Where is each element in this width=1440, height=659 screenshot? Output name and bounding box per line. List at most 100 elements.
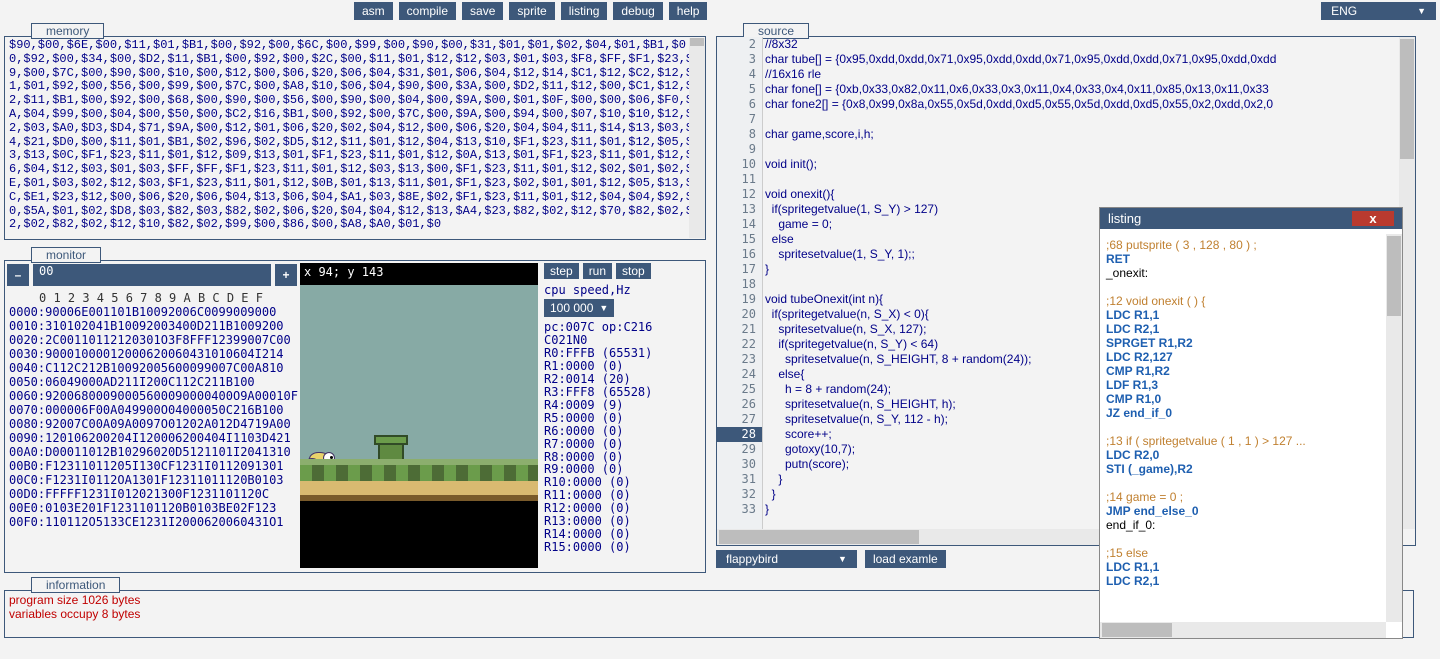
listing-line: ;15 else <box>1106 546 1380 560</box>
listing-button[interactable]: listing <box>561 2 608 20</box>
register-value: R3:FFF8 (65528) <box>544 386 701 399</box>
stop-button[interactable]: stop <box>616 263 651 279</box>
listing-line: LDC R2,127 <box>1106 350 1380 364</box>
asm-button[interactable]: asm <box>354 2 393 20</box>
listing-line <box>1106 420 1380 434</box>
listing-line: _onexit: <box>1106 266 1380 280</box>
line-number: 23 <box>717 352 762 367</box>
listing-body: ;68 putsprite ( 3 , 128 , 80 ) ;RET_onex… <box>1100 234 1386 622</box>
step-button[interactable]: step <box>544 263 579 279</box>
hex-row: 0000:90006E001101B10092006C0099009000 <box>9 305 294 319</box>
language-select[interactable]: ENG ▼ <box>1321 2 1436 20</box>
source-line <box>765 172 1399 187</box>
line-number: 12 <box>717 187 762 202</box>
line-number: 21 <box>717 322 762 337</box>
line-number: 31 <box>717 472 762 487</box>
hex-row: 0010:310102041B10092003400D211B1009200 <box>9 319 294 333</box>
save-button[interactable]: save <box>462 2 503 20</box>
load-example-button[interactable]: load examle <box>865 550 946 568</box>
chevron-down-icon: ▼ <box>1417 6 1426 16</box>
hex-row: 0020:2C00110112120301O3F8FFF12399007C00 <box>9 333 294 347</box>
source-line: //16x16 rle <box>765 67 1399 82</box>
listing-vscrollbar[interactable] <box>1386 234 1402 622</box>
line-number: 24 <box>717 367 762 382</box>
line-number: 22 <box>717 337 762 352</box>
source-line: void onexit(){ <box>765 187 1399 202</box>
hex-row: 0080:92007C00A09A0097O01202A012D4719A00 <box>9 417 294 431</box>
chevron-down-icon: ▼ <box>838 554 847 564</box>
line-number: 28 <box>717 427 762 442</box>
cpu-speed-select[interactable]: 100 000 ▼ <box>544 299 614 317</box>
game-screen: x 94; y 143 <box>300 263 538 568</box>
run-button[interactable]: run <box>583 263 612 279</box>
hex-row: 0090:120106200204I120006200404I1103D421 <box>9 431 294 445</box>
listing-line: STI (_game),R2 <box>1106 462 1380 476</box>
listing-line: LDC R1,1 <box>1106 560 1380 574</box>
line-number: 20 <box>717 307 762 322</box>
line-number: 4 <box>717 67 762 82</box>
hex-row: 00A0:D00011012B10296020D5121101I2041310 <box>9 445 294 459</box>
line-number: 17 <box>717 262 762 277</box>
chevron-down-icon: ▼ <box>599 303 608 313</box>
listing-line: ;14 game = 0 ; <box>1106 490 1380 504</box>
hex-row: 0030:90001000012000620060431010604I214 <box>9 347 294 361</box>
line-number: 6 <box>717 97 762 112</box>
line-number: 14 <box>717 217 762 232</box>
line-number: 27 <box>717 412 762 427</box>
listing-line: RET <box>1106 252 1380 266</box>
line-number: 16 <box>717 247 762 262</box>
listing-titlebar[interactable]: listing x <box>1100 208 1402 229</box>
listing-line: LDC R2,1 <box>1106 574 1380 588</box>
memory-dump: $90,$00,$6E,$00,$11,$01,$B1,$00,$92,$00,… <box>5 37 705 239</box>
register-value: R0:FFFB (65531) <box>544 347 701 360</box>
compile-button[interactable]: compile <box>399 2 456 20</box>
hex-header: 0 1 2 3 4 5 6 7 8 9 A B C D E F <box>9 291 294 305</box>
line-number: 15 <box>717 232 762 247</box>
memory-tab: memory <box>31 23 104 39</box>
line-number: 18 <box>717 277 762 292</box>
information-tab: information <box>31 577 120 593</box>
hex-row: 00F0:110112O5133CE1231I2000620060431O1 <box>9 515 294 529</box>
register-value: R2:0014 (20) <box>544 373 701 386</box>
register-value: R4:0009 (9) <box>544 399 701 412</box>
listing-line <box>1106 280 1380 294</box>
flags-value: C021N0 <box>544 334 701 347</box>
cpu-speed-label: cpu speed,Hz <box>544 283 701 297</box>
listing-line: CMP R1,R2 <box>1106 364 1380 378</box>
listing-window[interactable]: listing x ;68 putsprite ( 3 , 128 , 80 )… <box>1100 208 1402 638</box>
source-line: void init(); <box>765 157 1399 172</box>
listing-hscrollbar[interactable] <box>1100 622 1386 638</box>
source-line: char fone2[] = {0x8,0x99,0x8a,0x55,0x5d,… <box>765 97 1399 112</box>
line-number: 8 <box>717 127 762 142</box>
line-number: 5 <box>717 82 762 97</box>
hex-row: 00B0:F12311011205I130CF1231I0112091301 <box>9 459 294 473</box>
addr-minus-button[interactable]: – <box>7 264 29 286</box>
register-value: R5:0000 (0) <box>544 412 701 425</box>
listing-line: CMP R1,0 <box>1106 392 1380 406</box>
example-select[interactable]: flappybird ▼ <box>716 550 857 568</box>
close-icon[interactable]: x <box>1352 211 1394 226</box>
sprite-button[interactable]: sprite <box>509 2 554 20</box>
listing-line: LDC R2,0 <box>1106 448 1380 462</box>
monitor-panel: monitor – 00 + 0 1 2 3 4 5 6 7 8 9 A B C… <box>4 260 706 573</box>
register-value: R6:0000 (0) <box>544 425 701 438</box>
listing-line: JMP end_else_0 <box>1106 504 1380 518</box>
line-number: 11 <box>717 172 762 187</box>
line-number: 30 <box>717 457 762 472</box>
hex-row: 00E0:0103E201F1231101120B0103BE02F123 <box>9 501 294 515</box>
listing-line: ;13 if ( spritegetvalue ( 1 , 1 ) > 127 … <box>1106 434 1380 448</box>
addr-field[interactable]: 00 <box>33 264 271 286</box>
listing-line: JZ end_if_0 <box>1106 406 1380 420</box>
debug-button[interactable]: debug <box>613 2 662 20</box>
listing-line: SPRGET R1,R2 <box>1106 336 1380 350</box>
line-number: 29 <box>717 442 762 457</box>
memory-scrollbar[interactable] <box>689 38 705 238</box>
listing-line: LDF R1,3 <box>1106 378 1380 392</box>
line-number: 19 <box>717 292 762 307</box>
line-number: 26 <box>717 397 762 412</box>
listing-line: LDC R1,1 <box>1106 308 1380 322</box>
help-button[interactable]: help <box>669 2 708 20</box>
source-line <box>765 112 1399 127</box>
addr-plus-button[interactable]: + <box>275 264 297 286</box>
source-gutter: 2345678910111213141516171819202122232425… <box>717 37 763 545</box>
